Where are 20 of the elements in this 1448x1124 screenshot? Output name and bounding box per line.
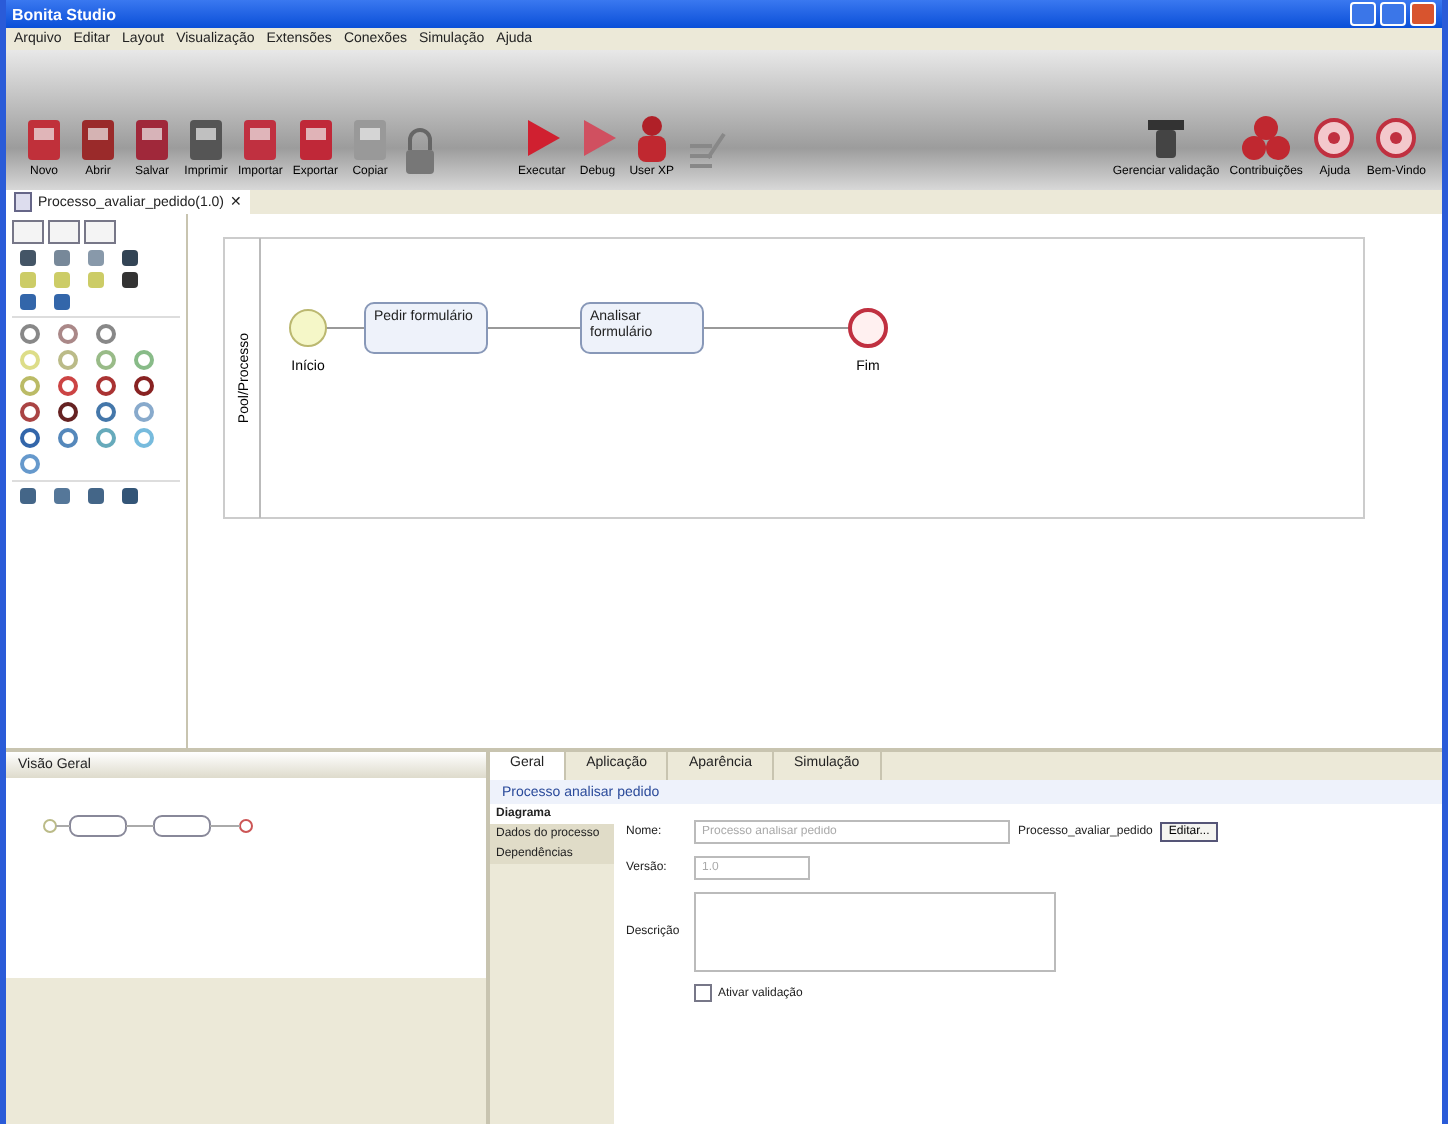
palette-tool-icon[interactable] <box>20 488 36 504</box>
maximize-button[interactable] <box>1380 2 1406 26</box>
checkbox[interactable] <box>694 984 712 1002</box>
help-icon <box>1374 112 1419 164</box>
close-button[interactable] <box>1410 2 1436 26</box>
palette-tool-icon[interactable] <box>122 488 138 504</box>
description-field[interactable] <box>694 892 1056 972</box>
palette-tool-icon[interactable] <box>54 488 70 504</box>
window-title: Bonita Studio <box>12 5 116 23</box>
select-tool-icon[interactable] <box>12 220 44 244</box>
zoom-out-tool-icon[interactable] <box>84 220 116 244</box>
lock-icon[interactable] <box>402 126 439 178</box>
minimize-button[interactable] <box>1350 2 1376 26</box>
gears-icon <box>1240 112 1293 164</box>
palette-tool-icon[interactable] <box>88 488 104 504</box>
zoom-in-tool-icon[interactable] <box>48 220 80 244</box>
help-icon <box>1312 112 1357 164</box>
end-event[interactable] <box>848 308 888 348</box>
start-event[interactable] <box>289 309 327 347</box>
diagram-file-icon <box>14 192 32 212</box>
